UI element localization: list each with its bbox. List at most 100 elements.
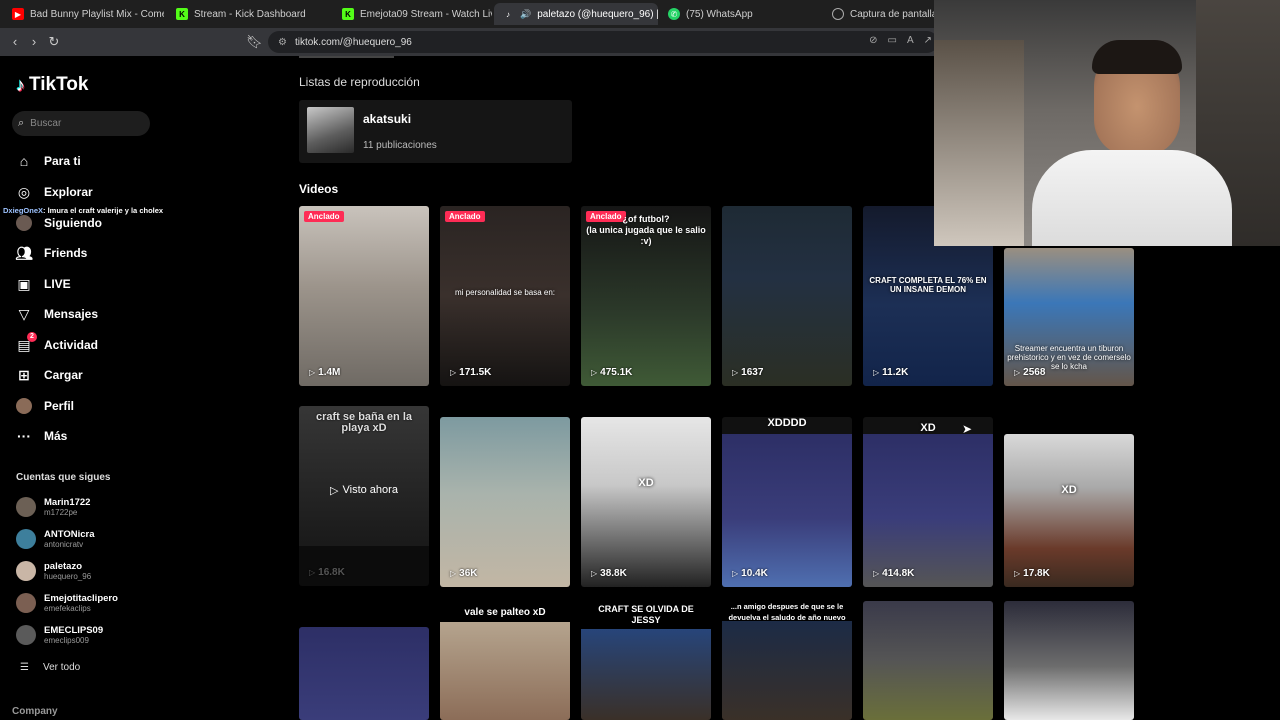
following-account[interactable]: Emejotitaclipero emefekaclips xyxy=(16,593,118,613)
view-count-text: 36K xyxy=(459,568,478,579)
video-card[interactable]: vale se palteo xD xyxy=(440,604,570,720)
play-icon: ▷ xyxy=(450,368,457,377)
following-account[interactable]: EMECLIPS09 emeclips009 xyxy=(16,625,103,645)
play-icon: ▷ xyxy=(450,569,457,578)
view-count: ▷ 171.5K xyxy=(450,367,491,378)
tiktok-logo[interactable]: ♪ TikTok xyxy=(16,74,88,96)
sidebar-item-mensajes[interactable]: ▽ Mensajes xyxy=(16,306,98,322)
video-card[interactable]: Anclado mi personalidad se basa en: ▷ 171… xyxy=(440,206,570,386)
video-card[interactable]: ▷ 36K xyxy=(440,417,570,587)
profile-icon xyxy=(16,398,32,414)
sidebar-item-actividad[interactable]: ▤ 2 Actividad xyxy=(16,332,98,353)
footer-company[interactable]: Company xyxy=(12,706,58,717)
browser-tab-tiktok[interactable]: ♪ 🔊 paletazo (@huequero_96) | Ti × xyxy=(494,3,658,25)
view-count-text: 414.8K xyxy=(882,568,915,579)
video-card[interactable]: XD ▷ 38.8K xyxy=(581,417,711,587)
avatar xyxy=(16,497,36,517)
messages-icon: ▽ xyxy=(18,305,30,322)
sidebar-item-label: LIVE xyxy=(44,277,71,291)
view-count-text: 1.4M xyxy=(318,367,341,378)
sidebar-item-para-ti[interactable]: ⌂ Para ti xyxy=(16,153,81,169)
following-account[interactable]: Marin1722 m1722pe xyxy=(16,497,90,517)
view-count-text: 2568 xyxy=(1023,367,1046,378)
sidebar-item-siguiendo[interactable]: Siguiendo xyxy=(16,215,102,231)
video-card[interactable]: XDDDD ▷ 10.4K xyxy=(722,417,852,587)
video-card[interactable]: CRAFT SE OLVIDA DE JESSY xyxy=(581,601,711,720)
video-overlay-text: CRAFT COMPLETA EL 76% EN UN INSANE DEMON xyxy=(869,276,987,294)
view-count: ▷ 17.8K xyxy=(1014,568,1050,579)
sidebar-item-label: Para ti xyxy=(44,154,81,168)
video-thumbnail xyxy=(440,622,570,720)
sidebar-item-perfil[interactable]: Perfil xyxy=(16,398,74,414)
video-card[interactable]: Anclado ▷ 1.4M xyxy=(299,206,429,386)
browser-tab-youtube[interactable]: ▶ Bad Bunny Playlist Mix - Come Drive xyxy=(4,3,164,25)
account-handle: huequero_96 xyxy=(44,572,92,581)
video-card[interactable]: Anclado ¿of futbol? (la unica jugada que… xyxy=(581,206,711,386)
share-icon[interactable]: ↗ xyxy=(924,35,932,46)
account-handle: emeclips009 xyxy=(44,636,89,645)
upload-icon: ⊞ xyxy=(18,366,30,383)
video-card[interactable]: ▷ 1637 xyxy=(722,206,852,386)
video-caption: XD xyxy=(920,422,936,434)
sidebar-item-live[interactable]: ▣ LIVE xyxy=(16,275,71,292)
playlist-name: akatsuki xyxy=(363,112,412,126)
video-card[interactable]: Streamer encuentra un tiburon prehistori… xyxy=(1004,248,1134,386)
sidebar-item-label: Explorar xyxy=(44,185,93,199)
play-icon: ▷ xyxy=(873,368,880,377)
tab-title: Captura de pantalla 2026 xyxy=(850,8,934,20)
video-caption: vale se palteo xD xyxy=(464,607,546,618)
sidebar-item-mas[interactable]: ··· Más xyxy=(16,428,67,444)
live-icon: ▣ xyxy=(17,275,31,292)
video-card[interactable] xyxy=(863,601,993,720)
sidebar-item-cargar[interactable]: ⊞ Cargar xyxy=(16,367,83,383)
back-icon[interactable]: ‹ xyxy=(7,34,23,50)
following-account[interactable]: ANTONicra antonicratv xyxy=(16,529,95,549)
play-icon: ▷ xyxy=(591,569,598,578)
tab-underline xyxy=(299,56,394,58)
browser-tab-kick-dashboard[interactable]: K Stream - Kick Dashboard xyxy=(168,3,332,25)
see-all-link[interactable]: ☰ Ver todo xyxy=(20,662,80,673)
forward-icon[interactable]: › xyxy=(26,34,42,50)
site-info-icon[interactable]: ⚙ xyxy=(278,37,287,48)
play-icon: ▷ xyxy=(732,368,739,377)
video-card[interactable]: craft se baña en la playa xD ▷ Visto ahor… xyxy=(299,406,429,586)
cast-icon[interactable]: ▭ xyxy=(887,35,896,46)
whatsapp-icon: ✆ xyxy=(668,8,680,20)
video-card[interactable] xyxy=(299,627,429,720)
sidebar-item-friends[interactable]: 👥︎ Friends xyxy=(15,245,87,261)
playlist-card[interactable]: akatsuki 11 publicaciones xyxy=(299,100,572,163)
account-name: Emejotitaclipero xyxy=(44,593,118,604)
extension-icon[interactable]: ⊘ xyxy=(869,35,877,46)
playlist-count: 11 publicaciones xyxy=(363,140,437,151)
video-card[interactable]: XD ▷ 414.8K xyxy=(863,417,993,587)
view-count: ▷ 1.4M xyxy=(309,367,340,378)
video-overlay-text: mi personalidad se basa en: xyxy=(454,288,556,297)
video-card[interactable]: ...n amigo despues de que se le devuelva… xyxy=(722,601,852,720)
browser-tab-kick-stream[interactable]: K Emejota09 Stream - Watch Live on Ki xyxy=(334,3,492,25)
tab-title: paletazo (@huequero_96) | Ti xyxy=(537,8,658,20)
video-card[interactable]: XD ▷ 17.8K xyxy=(1004,434,1134,587)
view-count-text: 11.2K xyxy=(882,367,909,378)
view-count-text: 38.8K xyxy=(600,568,627,579)
view-count: ▷ 1637 xyxy=(732,367,763,378)
account-name: Marin1722 xyxy=(44,497,91,508)
activity-icon: ▤ 2 xyxy=(16,332,37,353)
sidebar-item-explorar[interactable]: ◎ Explorar xyxy=(16,184,93,200)
account-handle: m1722pe xyxy=(44,508,78,517)
search-input[interactable]: ⌕ Buscar xyxy=(12,111,150,136)
bookmark-icon[interactable]: 🔖︎ xyxy=(246,34,263,50)
reload-icon[interactable]: ↻ xyxy=(46,34,62,50)
video-overlay-text: XD xyxy=(1061,484,1077,496)
browser-tab-screenshot[interactable]: Captura de pantalla 2026 xyxy=(824,3,934,25)
translate-icon[interactable]: A xyxy=(907,35,914,46)
compass-icon: ◎ xyxy=(17,183,31,200)
browser-tab-whatsapp[interactable]: ✆ (75) WhatsApp xyxy=(660,3,820,25)
video-card[interactable] xyxy=(1004,601,1134,720)
play-icon: ▷ xyxy=(1014,368,1021,377)
sidebar-item-label: Mensajes xyxy=(44,307,99,321)
following-account[interactable]: paletazo huequero_96 xyxy=(16,561,91,581)
video-caption: ¿of futbol? (la unica jugada que le sali… xyxy=(586,214,706,246)
playlists-title: Listas de reproducción xyxy=(299,75,420,89)
tab-title: Stream - Kick Dashboard xyxy=(194,8,306,20)
address-bar[interactable]: ⚙ tiktok.com/@huequero_96 ⊘ ▭ A ↗ xyxy=(268,31,938,53)
